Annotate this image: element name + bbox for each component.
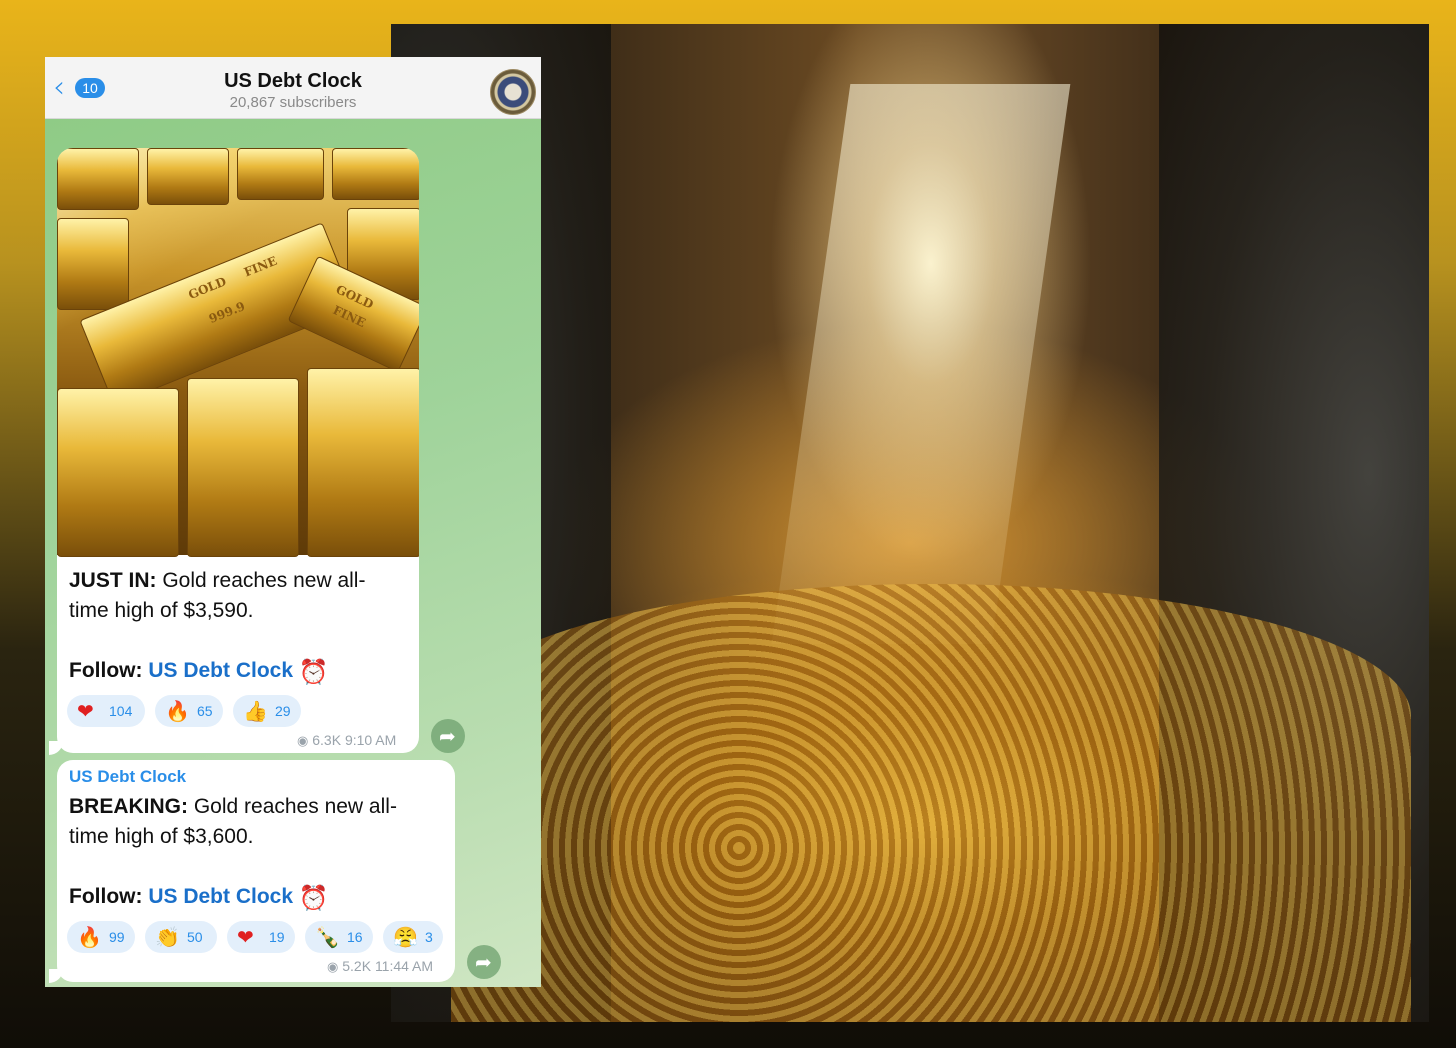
reaction-champagne[interactable]: 🍾 16 — [305, 921, 373, 953]
chat-header: ‹ 10 US Debt Clock 20,867 subscribers — [45, 57, 541, 119]
reaction-count: 99 — [109, 929, 125, 945]
reaction-fire[interactable]: 🔥 99 — [67, 921, 135, 953]
coin-pile — [451, 584, 1411, 1022]
channel-link[interactable]: US Debt Clock — [148, 659, 293, 682]
reaction-count: 104 — [109, 703, 133, 719]
gold-bar — [237, 148, 324, 200]
channel-title[interactable]: US Debt Clock — [45, 70, 541, 93]
reaction-face[interactable]: 😤 3 — [383, 921, 443, 953]
message-meta: ◉ 5.2K 11:44 AM — [327, 958, 433, 975]
thumbs-up-icon: 👍 — [243, 699, 268, 723]
champagne-icon: 🍾 — [315, 925, 340, 949]
reaction-count: 3 — [425, 929, 433, 945]
follow-line: Follow: US Debt Clock ⏰ — [69, 882, 329, 913]
share-button[interactable]: ➦ — [467, 945, 501, 979]
alarm-clock-icon: ⏰ — [298, 884, 329, 912]
view-count: 5.2K — [342, 958, 372, 974]
message-text: JUST IN: Gold reaches new all- time high… — [69, 566, 365, 626]
gold-bar — [57, 218, 129, 310]
fire-icon: 🔥 — [165, 699, 190, 723]
message-line-1: Gold reaches new all- — [188, 795, 397, 818]
message-lead: BREAKING: — [69, 795, 188, 818]
message-bubble-2[interactable]: US Debt Clock BREAKING: Gold reaches new… — [57, 760, 455, 982]
message-time: 9:10 AM — [344, 732, 397, 748]
gold-bar — [187, 378, 299, 557]
face-icon: 😤 — [393, 925, 418, 949]
eye-icon: ◉ — [297, 734, 309, 749]
subscriber-count: 20,867 subscribers — [229, 94, 357, 111]
message-line-1: Gold reaches new all- — [156, 569, 366, 592]
gold-bars-photo[interactable]: GOLD FINE 999.9 GOLD FINE — [57, 148, 419, 557]
channel-avatar[interactable] — [490, 69, 536, 115]
gold-bar — [307, 368, 419, 557]
reaction-count: 29 — [275, 703, 291, 719]
bar-stamp: 999.9 — [206, 299, 247, 327]
message-line-2: time high of $3,600. — [69, 825, 254, 848]
telegram-channel-screenshot: ‹ 10 US Debt Clock 20,867 subscribers GO… — [45, 57, 541, 987]
gold-bar — [332, 148, 419, 200]
gold-bar — [57, 388, 179, 557]
follow-label: Follow: — [69, 659, 149, 682]
bar-stamp: GOLD — [186, 274, 229, 303]
message-text: BREAKING: Gold reaches new all- time hig… — [69, 792, 397, 852]
heart-icon: ❤ — [77, 699, 94, 723]
reaction-heart[interactable]: ❤ 104 — [67, 695, 145, 727]
clapping-hands-icon: 👏 — [155, 925, 180, 949]
reaction-thumbs-up[interactable]: 👍 29 — [233, 695, 301, 727]
fire-icon: 🔥 — [77, 925, 102, 949]
message-time: 11:44 AM — [374, 958, 434, 974]
view-count: 6.3K — [312, 732, 342, 748]
gold-bar — [147, 148, 229, 205]
eye-icon: ◉ — [327, 960, 339, 975]
reaction-heart[interactable]: ❤ 19 — [227, 921, 295, 953]
message-meta: ◉ 6.3K 9:10 AM — [297, 732, 396, 749]
reaction-clap[interactable]: 👏 50 — [145, 921, 217, 953]
reaction-count: 50 — [187, 929, 203, 945]
message-lead: JUST IN: — [69, 569, 157, 592]
share-icon: ➦ — [475, 950, 492, 974]
light-beam — [771, 84, 1071, 644]
gold-bar — [57, 148, 139, 210]
reaction-count: 65 — [197, 703, 213, 719]
share-icon: ➦ — [439, 724, 456, 748]
gold-coins-cave-image — [391, 24, 1429, 1022]
follow-label: Follow: — [69, 885, 149, 908]
follow-line: Follow: US Debt Clock ⏰ — [69, 656, 329, 687]
channel-link[interactable]: US Debt Clock — [148, 885, 293, 908]
bar-stamp: FINE — [241, 253, 279, 280]
message-bubble-1[interactable]: GOLD FINE 999.9 GOLD FINE JUST IN: Gold … — [57, 148, 419, 753]
alarm-clock-icon: ⏰ — [298, 658, 329, 686]
share-button[interactable]: ➦ — [431, 719, 465, 753]
reaction-count: 19 — [269, 929, 285, 945]
reaction-count: 16 — [347, 929, 363, 945]
message-author[interactable]: US Debt Clock — [69, 767, 186, 787]
heart-icon: ❤ — [237, 925, 254, 949]
message-line-2: time high of $3,590. — [69, 599, 254, 622]
reaction-fire[interactable]: 🔥 65 — [155, 695, 223, 727]
